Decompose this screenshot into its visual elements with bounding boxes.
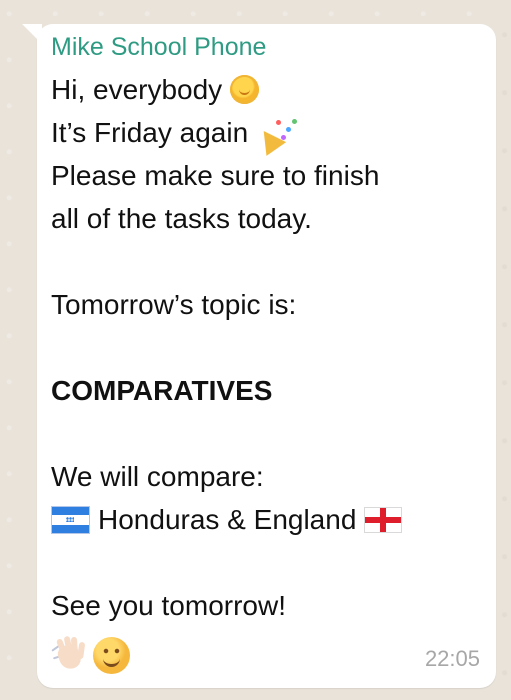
message-line-11: Honduras & England [51, 498, 480, 541]
message-text: COMPARATIVES [51, 375, 273, 406]
message-timestamp: 22:05 [424, 646, 480, 671]
message-text: See you tomorrow! [51, 590, 286, 621]
waving-hand-icon [51, 635, 91, 674]
message-line-3: Please make sure to finish [51, 154, 480, 197]
message-line-1: Hi, everybody [51, 68, 480, 111]
message-bubble: Mike School Phone Hi, everybody It’s Fri… [37, 24, 496, 688]
message-line-10: We will compare: [51, 455, 480, 498]
message-text: all of the tasks today. [51, 203, 312, 234]
message-text: Hi, everybody [51, 74, 223, 105]
message-body: Hi, everybody It’s Friday again Please m… [51, 68, 480, 627]
message-line-4: all of the tasks today. [51, 197, 480, 240]
message-text: Please make sure to finish [51, 160, 380, 191]
message-text: Honduras & England [98, 504, 357, 535]
sun-icon [225, 70, 265, 109]
party-popper-icon [254, 117, 300, 156]
message-line-6: Tomorrow’s topic is: [51, 283, 480, 326]
message-footer: 22:05 [51, 635, 480, 675]
message-line-8: COMPARATIVES [51, 369, 480, 412]
message-line-13: See you tomorrow! [51, 584, 480, 627]
honduras-flag-icon [51, 505, 90, 534]
smiling-face-icon [93, 636, 130, 674]
emoji-row [51, 635, 130, 674]
message-line-2: It’s Friday again [51, 111, 480, 156]
message-text: We will compare: [51, 461, 264, 492]
england-flag-icon [364, 506, 403, 533]
message-text: Tomorrow’s topic is: [51, 289, 297, 320]
message-text: It’s Friday again [51, 117, 249, 148]
sender-name: Mike School Phone [51, 33, 267, 61]
